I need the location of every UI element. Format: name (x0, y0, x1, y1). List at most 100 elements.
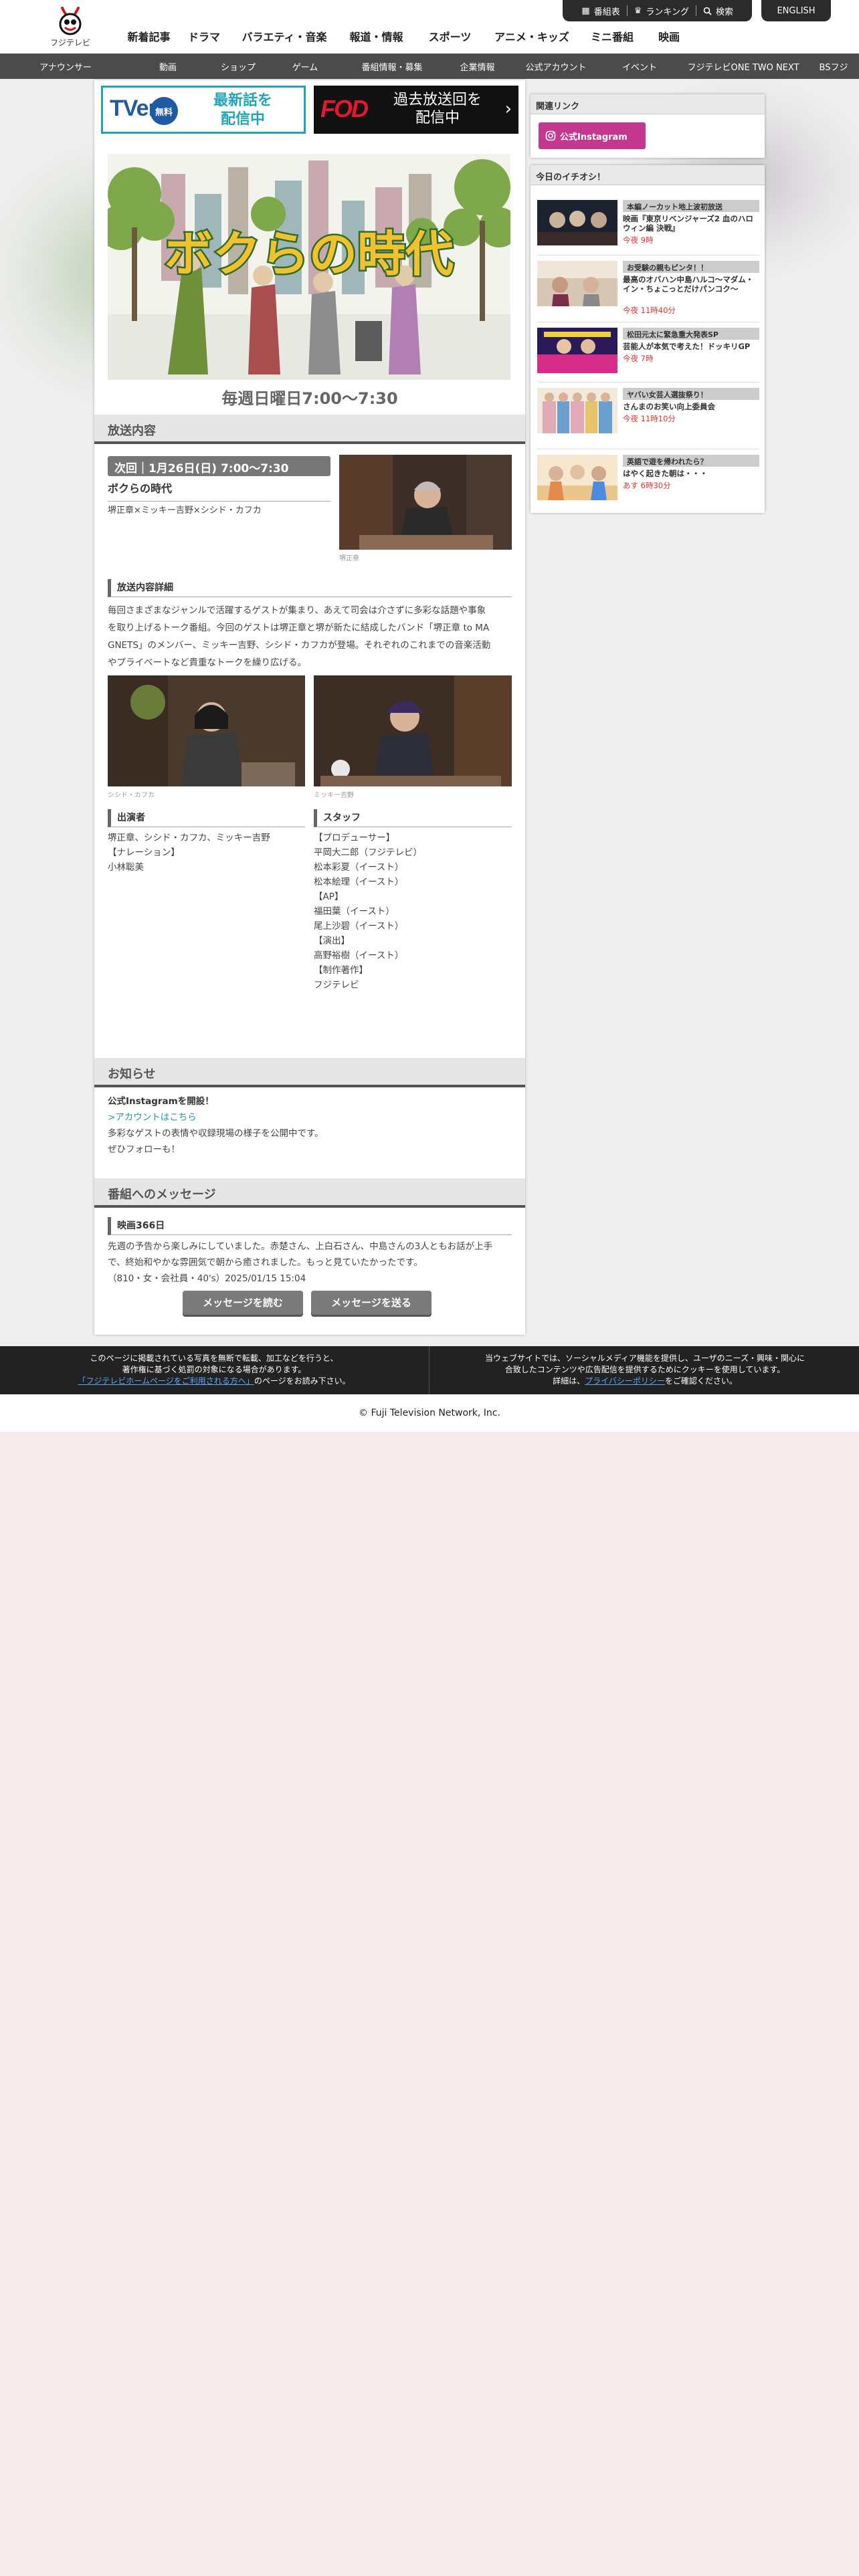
performers-line: 堺正章、シシド・カフカ、ミッキー吉野 (108, 833, 270, 843)
detail-subheading: 放送内容詳細 (108, 579, 512, 597)
privacy-policy-link[interactable]: プライバシーポリシー (585, 1376, 665, 1386)
logo-label: フジテレビ (50, 38, 90, 47)
tver-line-1: 最新話を (213, 92, 272, 109)
pick-tag: 本編ノーカット地上波初放送 (623, 200, 759, 212)
notice-section-header: お知らせ (94, 1058, 525, 1087)
pick-item[interactable]: お受験の親もピンタ！！ 最高のオバハン中島ハルコ〜マダム・イン・ちょこっとだけパ… (537, 261, 759, 315)
read-messages-button[interactable]: メッセージを読む (183, 1291, 303, 1315)
notice-line: 多彩なゲストの表情や収録現場の様子を公開中です。 (108, 1128, 324, 1139)
instagram-account-link[interactable]: >アカウントはこちら (108, 1109, 512, 1125)
subnav-video[interactable]: 動画 (131, 60, 205, 73)
pick-time: あす 6時30分 (623, 481, 671, 490)
instagram-button-label: 公式Instagram (560, 132, 628, 142)
grid-icon: ▦ (581, 5, 590, 16)
pick-thumbnail (537, 388, 617, 433)
notice-line: ぜひフォローも！ (108, 1144, 180, 1155)
fod-banner[interactable]: FOD 過去放送回を 配信中 › (314, 86, 518, 134)
nav-variety[interactable]: バラエティ・音楽 (231, 25, 338, 47)
detail-text: 毎回さまざまなジャンルで活躍するゲストが集まり、あえて司会は介さずに多彩な話題や… (108, 602, 512, 671)
pick-item[interactable]: 本編ノーカット地上波初放送 映画『東京リベンジャーズ2 血のハロウィン編 決戦』… (537, 200, 759, 248)
footer-divider (429, 1346, 430, 1394)
related-links-title: 関連リンク (531, 94, 765, 114)
pick-title: はやく起きた朝は・・・ (623, 469, 708, 478)
fod-line-1: 過去放送回を (393, 92, 482, 108)
footer-line: 著作権に基づく処罰の対象になる場合があります。 (122, 1365, 306, 1374)
pick-title: 芸能人が本気で考えた！ドッキリGP (623, 342, 751, 351)
pick-tag: 松田元太に緊急重大発表SP (623, 328, 759, 340)
sub-nav: アナウンサー 動画 ショップ ゲーム 番組情報・募集 企業情報 公式アカウント … (0, 53, 859, 79)
message-line: 先週の予告から楽しみにしていました。赤楚さん、上白石さん、中島さんの3人ともお話… (108, 1241, 493, 1252)
crown-icon: ♛ (634, 5, 642, 16)
pick-item[interactable]: 英語で遊を帰われたら？ はやく起きた朝は・・・ あす 6時30分 (537, 455, 759, 503)
pick-title: 最高のオバハン中島ハルコ〜マダム・イン・ちょこっとだけパンコク〜 (623, 275, 754, 294)
banner-row: TVer 無料 最新話を 配信中 FOD 過去放送回を 配信中 › (101, 86, 518, 136)
message-title: 映画366日 (108, 1217, 512, 1235)
chevron-right-icon: › (504, 99, 512, 119)
pick-title: 映画『東京リベンジャーズ2 血のハロウィン編 決戦』 (623, 214, 753, 233)
footer-line: 詳細は、プライバシーポリシーをご確認ください。 (553, 1376, 737, 1386)
photo-caption-left: シシド・カフカ (108, 792, 155, 799)
subnav-event[interactable]: イベント (603, 60, 676, 73)
footer-notice: このページに掲載されている写真を無断で転載、加工などを行うと、 著作権に基づく処… (0, 1346, 859, 1394)
nav-sports[interactable]: スポーツ (415, 25, 485, 47)
footer-line: 「フジテレビホームページをご利用される方へ」のページをお読み下さい。 (78, 1376, 351, 1386)
fod-banner-text: 過去放送回を 配信中 (381, 91, 494, 127)
photo-caption-right: ミッキー吉野 (314, 792, 354, 799)
nav-movie[interactable]: 映画 (646, 25, 692, 47)
main-content: TVer 無料 最新話を 配信中 FOD 過去放送回を 配信中 › ボクらの時代… (94, 80, 525, 1335)
subnav-announcer[interactable]: アナウンサー (0, 60, 131, 73)
staff-line: 松本彩夏（イースト） (314, 862, 404, 873)
nav-drama[interactable]: ドラマ (177, 25, 231, 47)
staff-line: フジテレビ (314, 980, 359, 990)
tver-banner[interactable]: TVer 無料 最新話を 配信中 (101, 86, 306, 134)
program-key-visual: ボクらの時代 (108, 154, 510, 380)
nav-news[interactable]: 新着記事 (120, 25, 177, 47)
fod-line-2: 配信中 (415, 110, 460, 126)
nav-mini[interactable]: ミニ番組 (579, 25, 646, 47)
subnav-program-info[interactable]: 番組情報・募集 (339, 60, 446, 73)
ranking-label: ランキング (646, 7, 689, 17)
subnav-game[interactable]: ゲーム (272, 60, 339, 73)
footer-line: このページに掲載されている写真を無断で転載、加工などを行うと、 (90, 1354, 339, 1363)
pick-thumbnail (537, 261, 617, 306)
staff-line: 尾上沙碧（イースト） (314, 921, 404, 932)
terms-of-use-link[interactable]: 「フジテレビホームページをご利用される方へ」 (78, 1376, 254, 1386)
todays-picks-box: 今日のイチオシ！ 本編ノーカット地上波初放送 映画『東京リベンジャーズ2 血のハ… (531, 165, 765, 513)
messages-section-header: 番組へのメッセージ (94, 1178, 525, 1208)
search-link[interactable]: 検索 (696, 5, 740, 17)
instagram-icon (545, 130, 556, 141)
performers-line: 小林聡美 (108, 862, 144, 873)
fujitv-logo[interactable]: フジテレビ (47, 5, 94, 48)
search-label: 検索 (715, 7, 733, 17)
pick-item[interactable]: 松田元太に緊急重大発表SP 芸能人が本気で考えた！ドッキリGP 今夜 7時 (537, 328, 759, 376)
detail-line: やプライベートなど貴重なトークを繰り広げる。 (108, 657, 306, 668)
subnav-one-two-next[interactable]: フジテレビONE TWO NEXT (676, 60, 810, 73)
program-table-link[interactable]: ▦ 番組表 (575, 5, 626, 17)
detail-line: 毎回さまざまなジャンルで活躍するゲストが集まり、あえて司会は介さずに多彩な話題や… (108, 605, 486, 616)
ranking-link[interactable]: ♛ ランキング (628, 5, 696, 17)
instagram-button[interactable]: 公式Instagram (539, 122, 646, 149)
free-badge: 無料 (150, 97, 178, 125)
photo-shishido (108, 675, 305, 786)
program-title: ボクらの時代 (108, 479, 330, 502)
notice-body: 公式Instagramを開設！ >アカウントはこちら 多彩なゲストの表情や収録現… (108, 1093, 512, 1158)
detail-line: を取り上げるトーク番組。今回のゲストは堺正章と堺が新たに結成したバンド「堺正章 … (108, 623, 490, 633)
subnav-corporate[interactable]: 企業情報 (446, 60, 509, 73)
nav-anime-kids[interactable]: アニメ・キッズ (485, 25, 579, 47)
subnav-official-accounts[interactable]: 公式アカウント (509, 60, 603, 73)
subnav-bs-fuji[interactable]: BSフジ (810, 60, 857, 73)
nav-news-info[interactable]: 報道・情報 (338, 25, 415, 47)
search-icon (703, 7, 712, 15)
message-meta: （810・女・会社員・40's）2025/01/15 15:04 (108, 1273, 306, 1284)
staff-line: 高野裕樹（イースト） (314, 950, 404, 961)
english-button[interactable]: ENGLISH (761, 0, 831, 21)
send-message-button[interactable]: メッセージを送る (311, 1291, 432, 1315)
staff-line: 松本絵理（イースト） (314, 877, 404, 887)
pick-item[interactable]: ヤバい女芸人選抜祭り！ さんまのお笑い向上委員会 今夜 11時10分 (537, 388, 759, 436)
performers-line: 【ナレーション】 (108, 847, 180, 858)
program-cast: 堺正章×ミッキー吉野×シシド・カフカ (108, 506, 262, 516)
broadcast-schedule: 毎週日曜日7:00〜7:30 (221, 389, 398, 408)
tver-line-2: 配信中 (220, 111, 265, 128)
pick-time: 今夜 11時40分 (623, 306, 676, 315)
subnav-shop[interactable]: ショップ (205, 60, 272, 73)
